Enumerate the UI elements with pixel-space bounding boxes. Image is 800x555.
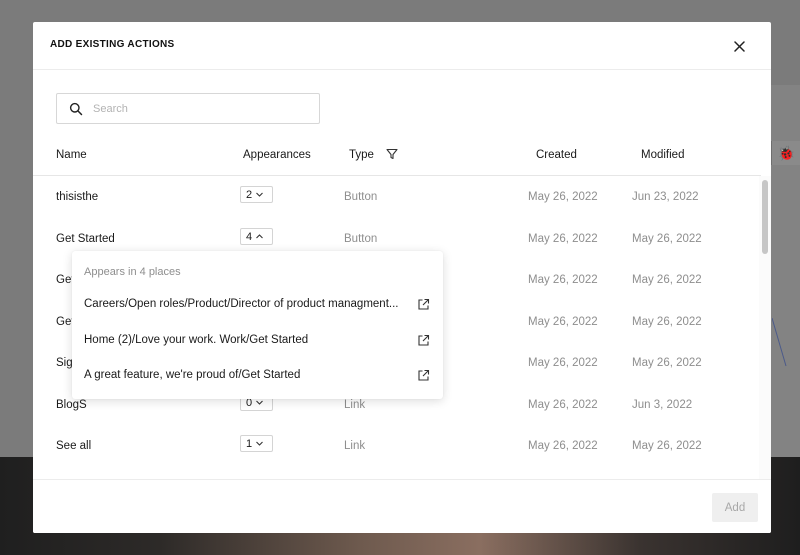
- column-header-type[interactable]: Type: [349, 149, 374, 161]
- modal-title: ADD EXISTING ACTIONS: [50, 39, 175, 50]
- popover-title: Appears in 4 places: [84, 266, 181, 278]
- modal-footer: Add: [33, 479, 771, 533]
- chevron-up-icon: [256, 234, 264, 239]
- appearances-count: 1: [246, 437, 253, 450]
- appearances-count: 2: [246, 188, 253, 201]
- header-divider: [33, 175, 761, 176]
- search-box[interactable]: [56, 93, 320, 124]
- search-input[interactable]: [91, 98, 315, 120]
- column-header-name[interactable]: Name: [56, 149, 87, 161]
- row-created: May 26, 2022: [528, 399, 598, 411]
- close-button[interactable]: [729, 36, 749, 56]
- row-type: Button: [344, 233, 378, 245]
- external-link-icon[interactable]: [417, 298, 430, 311]
- scrollbar-thumb[interactable]: [762, 180, 768, 254]
- appearances-popover: Appears in 4 places Careers/Open roles/P…: [72, 251, 443, 399]
- ladybug-icon: 🐞: [771, 141, 800, 165]
- row-name: Sig: [56, 357, 73, 369]
- row-modified: May 26, 2022: [632, 316, 702, 328]
- appearances-count: 4: [246, 230, 253, 243]
- column-header-modified[interactable]: Modified: [641, 149, 684, 161]
- row-created: May 26, 2022: [528, 357, 598, 369]
- popover-item[interactable]: Careers/Open roles/Product/Director of p…: [72, 290, 443, 320]
- row-name: BlogS: [56, 399, 87, 411]
- row-created: May 26, 2022: [528, 316, 598, 328]
- row-modified: Jun 23, 2022: [632, 191, 699, 203]
- table-row[interactable]: See all 1 Link May 26, 2022 May 26, 2022: [33, 426, 759, 467]
- external-link-icon[interactable]: [417, 334, 430, 347]
- add-button[interactable]: Add: [712, 493, 758, 522]
- row-created: May 26, 2022: [528, 274, 598, 286]
- popover-item-label: A great feature, we're proud of/Get Star…: [84, 369, 301, 381]
- row-type: Button: [344, 191, 378, 203]
- appearances-dropdown[interactable]: 4: [240, 228, 273, 245]
- column-header-created[interactable]: Created: [536, 149, 577, 161]
- row-modified: May 26, 2022: [632, 440, 702, 452]
- chevron-down-icon: [256, 192, 264, 197]
- row-modified: Jun 3, 2022: [632, 399, 693, 411]
- column-header-appearances[interactable]: Appearances: [243, 149, 311, 161]
- filter-icon[interactable]: [386, 148, 398, 160]
- row-modified: May 26, 2022: [632, 274, 702, 286]
- row-name: See all: [56, 440, 92, 452]
- row-created: May 26, 2022: [528, 440, 598, 452]
- row-type: Link: [344, 399, 366, 411]
- row-name: thisisthe: [56, 191, 99, 203]
- chevron-down-icon: [256, 400, 264, 405]
- search-icon: [69, 102, 83, 116]
- row-created: May 26, 2022: [528, 233, 598, 245]
- row-modified: May 26, 2022: [632, 357, 702, 369]
- appearances-dropdown[interactable]: 2: [240, 186, 273, 203]
- popover-item-label: Careers/Open roles/Product/Director of p…: [84, 298, 399, 310]
- row-name: Get Started: [56, 233, 115, 245]
- popover-item[interactable]: Home (2)/Love your work. Work/Get Starte…: [72, 326, 443, 356]
- close-icon: [733, 40, 745, 52]
- external-link-icon[interactable]: [417, 369, 430, 382]
- row-type: Link: [344, 440, 366, 452]
- popover-item-label: Home (2)/Love your work. Work/Get Starte…: [84, 334, 309, 346]
- table-row[interactable]: thisisthe 2 Button May 26, 2022 Jun 23, …: [33, 177, 759, 218]
- appearances-dropdown[interactable]: 1: [240, 435, 273, 452]
- chevron-down-icon: [256, 441, 264, 446]
- background-decor-line: [772, 318, 787, 367]
- modal-header: ADD EXISTING ACTIONS: [33, 22, 771, 70]
- row-created: May 26, 2022: [528, 191, 598, 203]
- popover-item[interactable]: A great feature, we're proud of/Get Star…: [72, 361, 443, 391]
- row-modified: May 26, 2022: [632, 233, 702, 245]
